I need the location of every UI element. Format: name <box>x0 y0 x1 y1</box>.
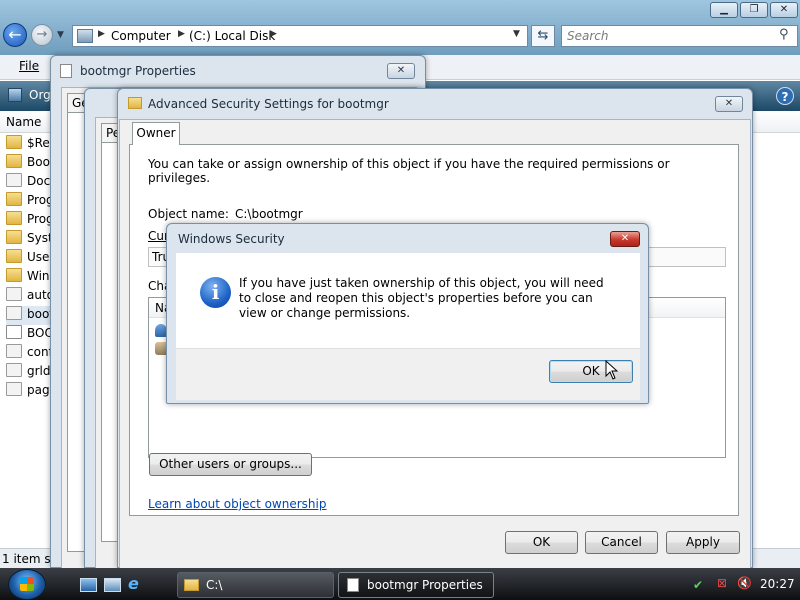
security-tray-icon[interactable]: ✔ <box>693 578 708 592</box>
apply-button[interactable]: Apply <box>666 531 740 554</box>
back-button[interactable]: ← <box>3 23 27 47</box>
network-tray-icon[interactable]: ⊠ <box>717 576 733 592</box>
shortcut-icon <box>6 173 22 187</box>
mouse-cursor-icon <box>605 360 619 380</box>
maximize-button[interactable]: ❐ <box>740 2 768 18</box>
folder-icon <box>6 154 22 168</box>
forward-button[interactable]: → <box>31 24 53 46</box>
breadcrumb-separator-icon: ▶ <box>270 29 277 39</box>
start-button[interactable] <box>8 569 46 600</box>
system-file-icon <box>6 287 22 301</box>
clock[interactable]: 20:27 <box>760 577 795 591</box>
tab-owner[interactable]: Owner <box>132 122 180 145</box>
folder-icon <box>6 249 22 263</box>
folder-icon <box>6 211 22 225</box>
show-desktop-icon[interactable] <box>80 578 97 592</box>
folder-icon <box>6 268 22 282</box>
close-icon[interactable]: ✕ <box>715 96 743 112</box>
folder-icon <box>128 97 142 109</box>
switch-windows-icon[interactable] <box>104 578 121 592</box>
close-window-button[interactable]: ✕ <box>770 2 798 18</box>
message-text: If you have just taken ownership of this… <box>239 276 604 320</box>
minimize-button[interactable]: ▁ <box>710 2 738 18</box>
windows-security-dialog: Windows Security ✕ i If you have just ta… <box>166 223 649 404</box>
close-icon[interactable]: ✕ <box>387 63 415 79</box>
folder-icon <box>6 135 22 149</box>
breadcrumb-computer[interactable]: Computer <box>111 29 171 43</box>
folder-icon <box>184 579 199 591</box>
breadcrumb-local-disk[interactable]: (C:) Local Disk <box>189 29 275 43</box>
address-dropdown-icon[interactable]: ▼ <box>513 29 520 39</box>
organize-icon <box>8 88 22 102</box>
help-icon[interactable]: ? <box>776 87 794 105</box>
ok-button[interactable]: OK <box>505 531 578 554</box>
message-box-footer: OK <box>176 348 640 400</box>
breadcrumb-separator-icon: ▶ <box>178 29 185 39</box>
breadcrumb-separator-icon: ▶ <box>98 29 105 39</box>
learn-ownership-link[interactable]: Learn about object ownership <box>148 497 326 511</box>
system-file-icon <box>6 344 22 358</box>
search-placeholder: Search <box>567 29 609 43</box>
close-icon[interactable]: ✕ <box>610 231 640 247</box>
object-name-value: C:\bootmgr <box>235 207 303 221</box>
taskbar-item-explorer[interactable]: C:\ <box>177 572 334 598</box>
windows-logo-icon <box>20 577 34 591</box>
menu-file[interactable]: File <box>19 59 39 73</box>
recent-pages-dropdown-icon[interactable]: ▼ <box>57 30 67 42</box>
system-file-icon <box>6 306 22 320</box>
message-box-body: i If you have just taken ownership of th… <box>176 253 640 348</box>
cancel-button[interactable]: Cancel <box>585 531 658 554</box>
object-name-label: Object name: <box>148 207 229 221</box>
folder-icon <box>6 192 22 206</box>
refresh-icon[interactable]: ⇆ <box>531 25 555 47</box>
organize-button[interactable]: Org <box>29 88 51 102</box>
taskbar-item-properties[interactable]: bootmgr Properties <box>338 572 494 598</box>
message-box-title: Windows Security <box>178 232 285 246</box>
advanced-dialog-title: Advanced Security Settings for bootmgr <box>148 97 389 111</box>
address-bar[interactable]: ▶ Computer ▶ (C:) Local Disk ▶ ▼ <box>72 25 528 47</box>
column-name-header[interactable]: Name <box>6 115 41 129</box>
file-icon <box>60 64 72 78</box>
system-file-icon <box>6 363 22 377</box>
computer-icon <box>77 29 93 43</box>
file-icon <box>6 325 22 339</box>
folder-icon <box>94 97 108 109</box>
folder-icon <box>6 230 22 244</box>
info-icon: i <box>200 277 231 308</box>
properties-dialog-title: bootmgr Properties <box>80 64 196 78</box>
internet-explorer-icon[interactable]: e <box>128 576 144 592</box>
volume-muted-icon[interactable]: 🔇 <box>737 576 753 592</box>
owner-intro-text: You can take or assign ownership of this… <box>148 157 670 185</box>
system-file-icon <box>6 382 22 396</box>
search-icon[interactable]: ⚲ <box>779 27 789 42</box>
search-input[interactable]: Search ⚲ <box>561 25 798 47</box>
file-icon <box>347 578 359 592</box>
other-users-button[interactable]: Other users or groups... <box>149 453 312 476</box>
